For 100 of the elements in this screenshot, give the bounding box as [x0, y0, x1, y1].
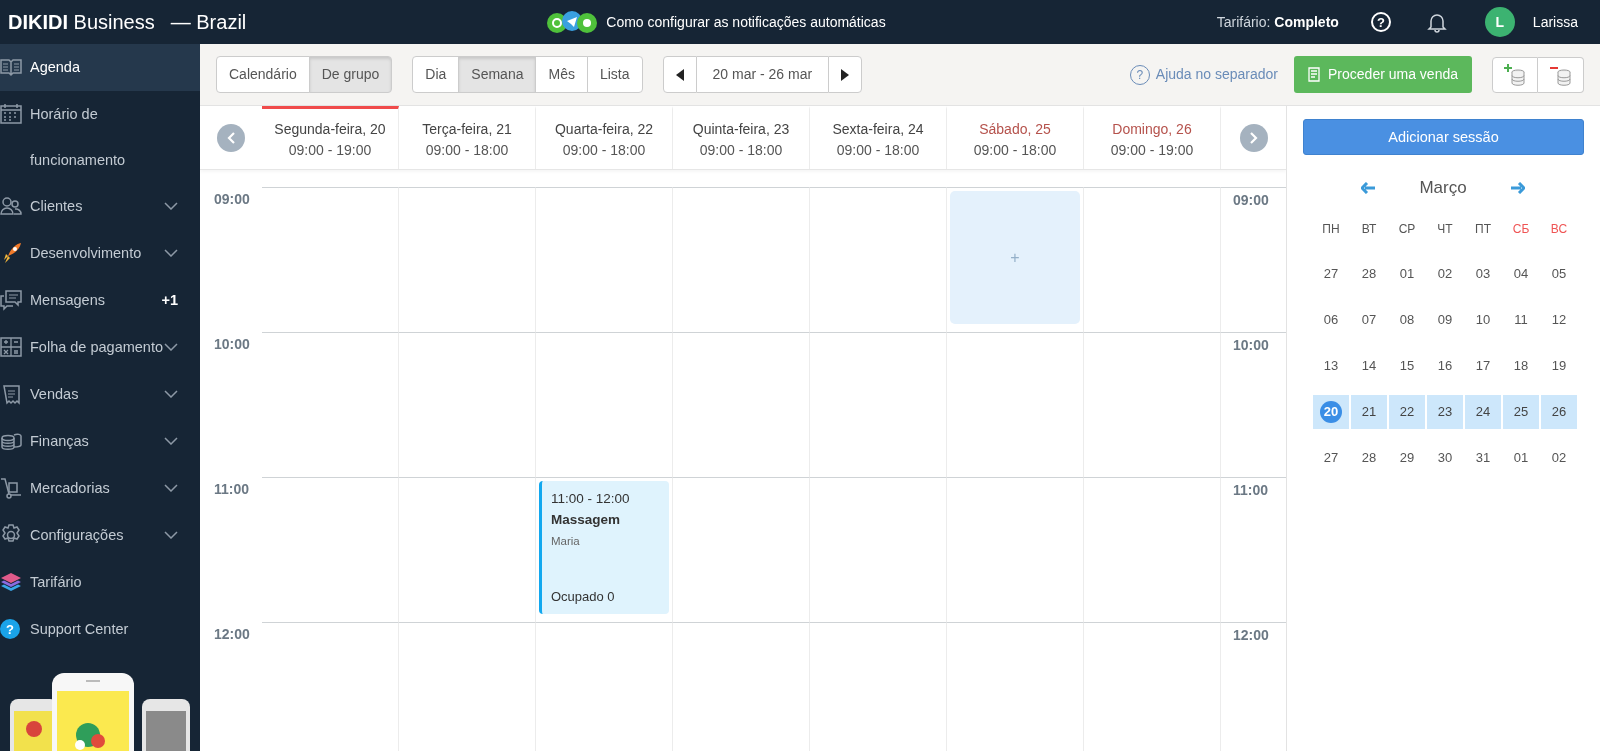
calendar-day[interactable]: 27: [1313, 440, 1349, 475]
day-header[interactable]: Quinta-feira, 23 09:00 - 18:00: [673, 106, 810, 170]
calendar-day[interactable]: 31: [1465, 440, 1501, 475]
calendar-day[interactable]: 15: [1389, 348, 1425, 383]
calendar-day[interactable]: 24: [1465, 394, 1501, 429]
weekday-label: СР: [1397, 220, 1417, 238]
calendar-day[interactable]: 27: [1313, 256, 1349, 291]
appointment-staff: Maria: [551, 533, 581, 549]
sidebar-item[interactable]: Mercadorias: [0, 465, 200, 512]
sidebar-item[interactable]: Horário de funcionamento: [0, 91, 200, 183]
book-icon: [0, 56, 22, 78]
calendar-day[interactable]: 28: [1351, 440, 1387, 475]
appointment-card[interactable]: 11:00 - 12:00 Massagem Maria Ocupado 0: [539, 481, 669, 615]
previous-week-button[interactable]: [217, 123, 245, 152]
promo-link[interactable]: Como configurar as notificações automáticas: [606, 11, 886, 33]
time-label: 11:00: [214, 480, 250, 500]
time-label: 09:00: [214, 190, 250, 210]
users-icon: [0, 195, 22, 217]
calendar-day[interactable]: 26: [1541, 394, 1577, 429]
appointment-title: Massagem: [551, 510, 622, 529]
calendar-day[interactable]: 14: [1351, 348, 1387, 383]
calendar-day[interactable]: 06: [1313, 302, 1349, 337]
calendar-day[interactable]: 07: [1351, 302, 1387, 337]
sidebar-item[interactable]: Agenda: [0, 44, 200, 91]
calendar-day[interactable]: 21: [1351, 394, 1387, 429]
calendar-day[interactable]: 04: [1503, 256, 1539, 291]
withdraw-money-button[interactable]: [1538, 56, 1584, 93]
chevron-icon: [164, 531, 178, 539]
weekday-label: СБ: [1511, 220, 1531, 238]
calendar-day[interactable]: 10: [1465, 302, 1501, 337]
calculator-icon: [0, 336, 22, 358]
view-tab[interactable]: Mês: [535, 56, 588, 94]
chevron-icon: [164, 484, 178, 492]
app-title: DIKIDI Business: [8, 10, 155, 35]
calendar-day[interactable]: 01: [1503, 440, 1539, 475]
add-money-button[interactable]: [1492, 56, 1538, 93]
day-header[interactable]: Domingo, 26 09:00 - 19:00: [1084, 106, 1221, 170]
calendar-day[interactable]: 18: [1503, 348, 1539, 383]
calendar-day[interactable]: 13: [1313, 348, 1349, 383]
sidebar-item[interactable]: Tarifário: [0, 559, 200, 606]
time-label: 12:00: [214, 625, 250, 645]
sidebar-item[interactable]: Vendas: [0, 371, 200, 418]
chevron-icon: [164, 437, 178, 445]
calendar-day[interactable]: 12: [1541, 302, 1577, 337]
receipt-icon: [0, 383, 22, 405]
calendar-day[interactable]: 28: [1351, 256, 1387, 291]
calendar-day[interactable]: 17: [1465, 348, 1501, 383]
sidebar-item[interactable]: Folha de pagamento: [0, 324, 200, 371]
previous-button[interactable]: [662, 56, 697, 94]
next-week-button[interactable]: [1239, 123, 1268, 152]
appointment-occupancy: Ocupado 0: [551, 587, 616, 606]
weekday-label: ЧТ: [1436, 220, 1454, 238]
badge-count: +1: [161, 291, 178, 310]
arrow-right-icon[interactable]: [1510, 182, 1525, 195]
sidebar-item[interactable]: ? Support Center: [0, 606, 200, 653]
calendar-day[interactable]: 23: [1427, 394, 1463, 429]
help-icon[interactable]: ?: [1370, 12, 1391, 32]
calendar-day[interactable]: 03: [1465, 256, 1501, 291]
view-tab[interactable]: Dia: [412, 56, 460, 94]
sidebar-item[interactable]: Finanças: [0, 418, 200, 465]
date-range: 20 mar - 26 mar: [696, 56, 829, 94]
calendar-day[interactable]: 16: [1427, 348, 1463, 383]
sidebar-item[interactable]: Desenvolvimento: [0, 230, 200, 277]
chat-icon: [0, 289, 22, 311]
next-button[interactable]: [828, 56, 863, 94]
caret-left-icon: [675, 68, 684, 81]
calendar-day[interactable]: 01: [1389, 256, 1425, 291]
calendar-day[interactable]: 19: [1541, 348, 1577, 383]
day-header[interactable]: Sexta-feira, 24 09:00 - 18:00: [810, 106, 947, 170]
calendar-icon: [0, 103, 22, 125]
calendar-day[interactable]: 11: [1503, 302, 1539, 337]
calendar-day[interactable]: 02: [1541, 440, 1577, 475]
day-header[interactable]: Quarta-feira, 22 09:00 - 18:00: [536, 106, 673, 170]
weekday-label: ВС: [1549, 220, 1569, 238]
day-header[interactable]: Sábado, 25 09:00 - 18:00: [947, 106, 1084, 170]
sidebar-item[interactable]: Mensagens +1: [0, 277, 200, 324]
hand-truck-icon: [0, 477, 22, 499]
calendar-day[interactable]: 22: [1389, 394, 1425, 429]
chevron-icon: [164, 343, 178, 351]
sidebar-item[interactable]: Clientes: [0, 183, 200, 230]
region-name: — Brazil: [170, 10, 247, 35]
day-header[interactable]: Segunda-feira, 20 09:00 - 19:00: [262, 106, 399, 170]
view-tab[interactable]: De grupo: [308, 56, 393, 94]
calendar-day[interactable]: 30: [1427, 440, 1463, 475]
calendar-day[interactable]: 02: [1427, 256, 1463, 291]
calendar-day[interactable]: 09: [1427, 302, 1463, 337]
arrow-left-icon[interactable]: [1361, 182, 1376, 195]
day-header[interactable]: Terça-feira, 21 09:00 - 18:00: [399, 106, 536, 170]
view-tab[interactable]: Semana: [458, 56, 537, 94]
calendar-day[interactable]: 08: [1389, 302, 1425, 337]
view-tab[interactable]: Calendário: [216, 56, 310, 94]
coins-icon: [0, 430, 22, 452]
calendar-day[interactable]: 25: [1503, 394, 1539, 429]
chevron-icon: [164, 202, 178, 210]
view-tab[interactable]: Lista: [586, 56, 643, 94]
user-name[interactable]: Larissa: [1532, 11, 1578, 33]
bell-icon[interactable]: [1426, 11, 1447, 33]
calendar-day[interactable]: 05: [1541, 256, 1577, 291]
calendar-day[interactable]: 29: [1389, 440, 1425, 475]
sidebar-item[interactable]: Configurações: [0, 512, 200, 559]
